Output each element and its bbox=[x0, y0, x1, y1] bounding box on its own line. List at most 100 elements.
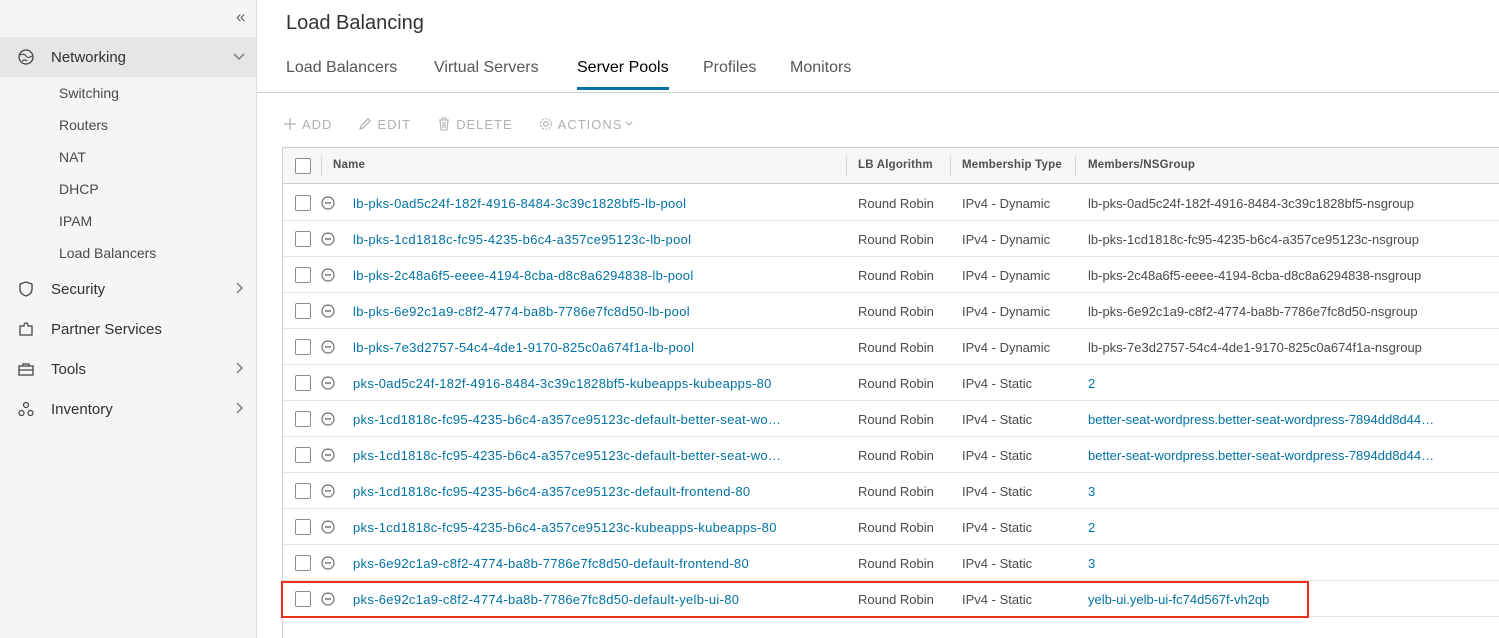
select-all-checkbox[interactable] bbox=[295, 158, 311, 174]
lb-algorithm-cell: Round Robin bbox=[858, 520, 934, 535]
membership-type-cell: IPv4 - Static bbox=[962, 412, 1033, 427]
row-checkbox[interactable] bbox=[295, 555, 311, 571]
members-cell[interactable]: 2 bbox=[1088, 520, 1095, 535]
members-cell[interactable]: 3 bbox=[1088, 556, 1095, 571]
chevron-right-icon[interactable] bbox=[232, 281, 246, 295]
status-minus-icon bbox=[321, 376, 335, 390]
table-row[interactable]: pks-1cd1818c-fc95-4235-b6c4-a357ce95123c… bbox=[283, 509, 1499, 545]
tab-profiles[interactable]: Profiles bbox=[703, 59, 756, 87]
sidebar-group-label: Inventory bbox=[51, 400, 113, 418]
column-header-members[interactable]: Members/NSGroup bbox=[1088, 159, 1195, 171]
inventory-icon bbox=[18, 401, 34, 417]
column-header-name[interactable]: Name bbox=[333, 159, 365, 171]
table-row[interactable]: lb-pks-2c48a6f5-eeee-4194-8cba-d8c8a6294… bbox=[283, 257, 1499, 293]
sidebar-group-security[interactable]: Security bbox=[0, 269, 256, 309]
sidebar-item-dhcp[interactable]: DHCP bbox=[59, 181, 99, 197]
row-checkbox[interactable] bbox=[295, 483, 311, 499]
sidebar-item-routers[interactable]: Routers bbox=[59, 117, 108, 133]
sidebar-group-partner-services[interactable]: Partner Services bbox=[0, 309, 256, 349]
collapse-sidebar-icon[interactable]: « bbox=[236, 8, 256, 28]
table-row[interactable]: lb-pks-7e3d2757-54c4-4de1-9170-825c0a674… bbox=[283, 329, 1499, 365]
lb-algorithm-cell: Round Robin bbox=[858, 268, 934, 283]
sidebar-item-switching[interactable]: Switching bbox=[59, 85, 119, 101]
puzzle-icon bbox=[19, 322, 33, 336]
table-row[interactable]: pks-6e92c1a9-c8f2-4774-ba8b-7786e7fc8d50… bbox=[283, 545, 1499, 581]
sidebar-item-ipam[interactable]: IPAM bbox=[59, 213, 92, 229]
row-checkbox[interactable] bbox=[295, 591, 311, 607]
gear-icon bbox=[539, 118, 552, 130]
sidebar-item-load-balancers[interactable]: Load Balancers bbox=[59, 245, 156, 261]
row-checkbox[interactable] bbox=[295, 375, 311, 391]
column-header-lb-algorithm[interactable]: LB Algorithm bbox=[858, 159, 933, 171]
pool-name-link[interactable]: pks-6e92c1a9-c8f2-4774-ba8b-7786e7fc8d50… bbox=[353, 592, 739, 607]
add-button[interactable]: ADD bbox=[283, 117, 332, 132]
membership-type-cell: IPv4 - Dynamic bbox=[962, 340, 1051, 355]
pool-name-link[interactable]: lb-pks-6e92c1a9-c8f2-4774-ba8b-7786e7fc8… bbox=[353, 304, 690, 319]
row-checkbox[interactable] bbox=[295, 339, 311, 355]
sidebar-group-inventory[interactable]: Inventory bbox=[0, 389, 256, 429]
delete-button-label: DELETE bbox=[456, 116, 513, 132]
members-cell[interactable]: 3 bbox=[1088, 484, 1095, 499]
pool-name-link[interactable]: pks-1cd1818c-fc95-4235-b6c4-a357ce95123c… bbox=[353, 448, 781, 463]
lb-algorithm-cell: Round Robin bbox=[858, 412, 934, 427]
grid-header: Name LB Algorithm Membership Type Member… bbox=[283, 148, 1499, 184]
table-row[interactable]: pks-6e92c1a9-c8f2-4774-ba8b-7786e7fc8d50… bbox=[283, 581, 1499, 617]
pool-name-link[interactable]: pks-1cd1818c-fc95-4235-b6c4-a357ce95123c… bbox=[353, 412, 781, 427]
sidebar: « Networking Switching Routers NAT DHCP … bbox=[0, 0, 257, 638]
delete-button[interactable]: DELETE bbox=[437, 117, 513, 132]
column-divider[interactable] bbox=[1075, 156, 1076, 176]
tab-load-balancers[interactable]: Load Balancers bbox=[286, 59, 397, 87]
sidebar-group-networking[interactable]: Networking bbox=[0, 37, 256, 77]
membership-type-cell: IPv4 - Dynamic bbox=[962, 196, 1051, 211]
row-checkbox[interactable] bbox=[295, 447, 311, 463]
chevron-right-icon[interactable] bbox=[232, 361, 246, 375]
status-minus-icon bbox=[321, 232, 335, 246]
lb-algorithm-cell: Round Robin bbox=[858, 448, 934, 463]
table-row[interactable]: pks-1cd1818c-fc95-4235-b6c4-a357ce95123c… bbox=[283, 473, 1499, 509]
table-row[interactable]: lb-pks-6e92c1a9-c8f2-4774-ba8b-7786e7fc8… bbox=[283, 293, 1499, 329]
column-divider[interactable] bbox=[950, 156, 951, 176]
pool-name-link[interactable]: lb-pks-1cd1818c-fc95-4235-b6c4-a357ce951… bbox=[353, 232, 691, 247]
table-row[interactable]: lb-pks-0ad5c24f-182f-4916-8484-3c39c1828… bbox=[283, 185, 1499, 221]
pool-name-link[interactable]: pks-1cd1818c-fc95-4235-b6c4-a357ce95123c… bbox=[353, 520, 777, 535]
row-checkbox[interactable] bbox=[295, 267, 311, 283]
column-divider[interactable] bbox=[846, 156, 847, 176]
lb-algorithm-cell: Round Robin bbox=[858, 376, 934, 391]
row-checkbox[interactable] bbox=[295, 519, 311, 535]
lb-algorithm-cell: Round Robin bbox=[858, 592, 934, 607]
tab-monitors[interactable]: Monitors bbox=[790, 59, 851, 87]
sidebar-item-nat[interactable]: NAT bbox=[59, 149, 86, 165]
members-cell: lb-pks-7e3d2757-54c4-4de1-9170-825c0a674… bbox=[1088, 340, 1422, 355]
members-cell: lb-pks-6e92c1a9-c8f2-4774-ba8b-7786e7fc8… bbox=[1088, 304, 1418, 319]
row-checkbox[interactable] bbox=[295, 231, 311, 247]
members-cell[interactable]: 2 bbox=[1088, 376, 1095, 391]
status-minus-icon bbox=[321, 340, 335, 354]
members-cell[interactable]: yelb-ui.yelb-ui-fc74d567f-vh2qb bbox=[1088, 592, 1269, 607]
pool-name-link[interactable]: pks-6e92c1a9-c8f2-4774-ba8b-7786e7fc8d50… bbox=[353, 556, 749, 571]
members-cell[interactable]: better-seat-wordpress.better-seat-wordpr… bbox=[1088, 412, 1434, 427]
actions-button[interactable]: ACTIONS bbox=[539, 117, 640, 132]
pool-name-link[interactable]: lb-pks-2c48a6f5-eeee-4194-8cba-d8c8a6294… bbox=[353, 268, 694, 283]
toolbox-icon bbox=[18, 363, 34, 376]
column-header-membership-type[interactable]: Membership Type bbox=[962, 159, 1062, 171]
pool-name-link[interactable]: pks-0ad5c24f-182f-4916-8484-3c39c1828bf5… bbox=[353, 376, 772, 391]
pool-name-link[interactable]: lb-pks-7e3d2757-54c4-4de1-9170-825c0a674… bbox=[353, 340, 694, 355]
pool-name-link[interactable]: lb-pks-0ad5c24f-182f-4916-8484-3c39c1828… bbox=[353, 196, 686, 211]
table-row[interactable]: pks-1cd1818c-fc95-4235-b6c4-a357ce95123c… bbox=[283, 437, 1499, 473]
tab-server-pools[interactable]: Server Pools bbox=[577, 59, 669, 90]
status-minus-icon bbox=[321, 412, 335, 426]
table-row[interactable]: pks-1cd1818c-fc95-4235-b6c4-a357ce95123c… bbox=[283, 401, 1499, 437]
pool-name-link[interactable]: pks-1cd1818c-fc95-4235-b6c4-a357ce95123c… bbox=[353, 484, 750, 499]
table-row[interactable]: pks-0ad5c24f-182f-4916-8484-3c39c1828bf5… bbox=[283, 365, 1499, 401]
edit-button[interactable]: EDIT bbox=[358, 117, 411, 132]
row-checkbox[interactable] bbox=[295, 411, 311, 427]
tab-virtual-servers[interactable]: Virtual Servers bbox=[434, 59, 539, 87]
chevron-down-icon[interactable] bbox=[232, 49, 246, 63]
members-cell: lb-pks-1cd1818c-fc95-4235-b6c4-a357ce951… bbox=[1088, 232, 1419, 247]
members-cell[interactable]: better-seat-wordpress.better-seat-wordpr… bbox=[1088, 448, 1434, 463]
table-row[interactable]: lb-pks-1cd1818c-fc95-4235-b6c4-a357ce951… bbox=[283, 221, 1499, 257]
row-checkbox[interactable] bbox=[295, 303, 311, 319]
chevron-right-icon[interactable] bbox=[232, 401, 246, 415]
sidebar-group-tools[interactable]: Tools bbox=[0, 349, 256, 389]
row-checkbox[interactable] bbox=[295, 195, 311, 211]
